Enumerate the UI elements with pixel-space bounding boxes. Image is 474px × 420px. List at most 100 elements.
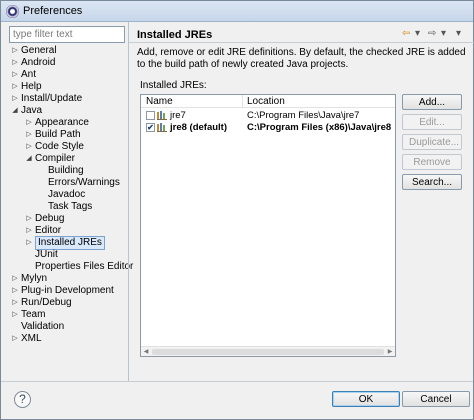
scroll-thumb[interactable] bbox=[152, 349, 384, 355]
tree-item-label: Build Path bbox=[35, 129, 81, 140]
tree-item[interactable]: ▷ Ant bbox=[5, 69, 128, 81]
tree-item-label: Team bbox=[21, 309, 46, 320]
preferences-window: Preferences ▷General▷Android▷Ant▷Help▷In… bbox=[0, 0, 474, 420]
help-icon[interactable]: ? bbox=[14, 391, 31, 408]
remove-button[interactable]: Remove bbox=[402, 154, 462, 170]
jre-location: C:\Program Files\Java\jre7 bbox=[247, 110, 360, 121]
expanded-twisty-icon[interactable]: ◢ bbox=[25, 155, 33, 163]
tree-item[interactable]: ▷ Team bbox=[5, 309, 128, 321]
jre-table: Name Location jre7 C:\Program Files\Java\… bbox=[140, 94, 396, 357]
table-row[interactable]: ✔ jre8 (default) C:\Program Files (x86)\Ja… bbox=[141, 122, 395, 134]
collapsed-twisty-icon[interactable]: ▷ bbox=[11, 71, 19, 79]
tree-item-label: Code Style bbox=[35, 141, 84, 152]
tree-item-label: Errors/Warnings bbox=[48, 177, 120, 188]
collapsed-twisty-icon[interactable]: ▷ bbox=[11, 47, 19, 55]
tree-item-label: Validation bbox=[21, 321, 65, 332]
table-row[interactable]: jre7 C:\Program Files\Java\jre7 bbox=[141, 110, 395, 122]
column-location[interactable]: Location bbox=[247, 96, 285, 107]
tree-item-label: Appearance bbox=[35, 117, 89, 128]
tree-item[interactable]: ◢ Compiler bbox=[5, 153, 128, 165]
tree-item[interactable]: Javadoc bbox=[5, 189, 128, 201]
eclipse-icon bbox=[6, 5, 19, 18]
tree-item[interactable]: ▷ XML bbox=[5, 333, 128, 345]
tree-item[interactable]: ▷ Plug-in Development bbox=[5, 285, 128, 297]
add-button[interactable]: Add... bbox=[402, 94, 462, 110]
collapsed-twisty-icon[interactable]: ▷ bbox=[11, 311, 19, 319]
table-header: Name Location bbox=[141, 95, 395, 108]
tree-item[interactable]: ◢ Java bbox=[5, 105, 128, 117]
tree-item[interactable]: ▷ Run/Debug bbox=[5, 297, 128, 309]
header-divider bbox=[129, 42, 474, 43]
search-button[interactable]: Search... bbox=[402, 174, 462, 190]
column-divider[interactable] bbox=[242, 95, 243, 108]
collapsed-twisty-icon[interactable]: ▷ bbox=[25, 119, 33, 127]
collapsed-twisty-icon[interactable]: ▷ bbox=[11, 335, 19, 343]
tree-item[interactable]: Validation bbox=[5, 321, 128, 333]
tree-item-label: Ant bbox=[21, 69, 37, 80]
tree-item[interactable]: ▷ Installed JREs bbox=[5, 236, 128, 250]
tree-item-label: Java bbox=[21, 105, 43, 116]
tree-item[interactable]: ▷ Android bbox=[5, 57, 128, 69]
collapsed-twisty-icon[interactable]: ▷ bbox=[25, 131, 33, 139]
collapsed-twisty-icon[interactable]: ▷ bbox=[25, 227, 33, 235]
forward-dropdown-icon[interactable]: ▾ bbox=[441, 27, 446, 41]
collapsed-twisty-icon[interactable]: ▷ bbox=[11, 299, 19, 307]
collapsed-twisty-icon[interactable]: ▷ bbox=[11, 59, 19, 67]
jre-checkbox[interactable]: ✔ bbox=[146, 123, 155, 132]
tree-item[interactable]: ▷ Appearance bbox=[5, 117, 128, 129]
back-icon[interactable]: ⇦ bbox=[402, 27, 410, 41]
back-dropdown-icon[interactable]: ▾ bbox=[415, 27, 420, 41]
tree-item[interactable]: Properties Files Editor bbox=[5, 261, 133, 273]
title-bar: Preferences bbox=[1, 1, 473, 22]
tree-item-label: Javadoc bbox=[48, 189, 86, 200]
jre-checkbox[interactable] bbox=[146, 111, 155, 120]
tree-item[interactable]: Errors/Warnings bbox=[5, 177, 128, 189]
tree-item[interactable]: ▷ Code Style bbox=[5, 141, 128, 153]
tree-item-label: JUnit bbox=[35, 249, 58, 260]
tree-item[interactable]: ▷ Install/Update bbox=[5, 93, 128, 105]
collapsed-twisty-icon[interactable]: ▷ bbox=[11, 287, 19, 295]
jre-location: C:\Program Files (x86)\Java\jre8 bbox=[247, 122, 392, 133]
page-description: Add, remove or edit JRE definitions. By … bbox=[137, 47, 466, 70]
filter-input[interactable] bbox=[9, 26, 125, 43]
edit-button[interactable]: Edit... bbox=[402, 114, 462, 130]
expanded-twisty-icon[interactable]: ◢ bbox=[11, 107, 19, 115]
jre-name: jre8 (default) bbox=[170, 122, 228, 133]
tree-item-label: Building bbox=[48, 165, 84, 176]
tree-item-label: Plug-in Development bbox=[21, 285, 114, 296]
tree-item[interactable]: ▷ Build Path bbox=[5, 129, 128, 141]
ok-button[interactable]: OK bbox=[332, 391, 400, 407]
jre-library-icon bbox=[157, 123, 167, 132]
tree-item-label: Debug bbox=[35, 213, 65, 224]
collapsed-twisty-icon[interactable]: ▷ bbox=[25, 143, 33, 151]
horizontal-scrollbar[interactable]: ◀ ▶ bbox=[141, 346, 395, 356]
collapsed-twisty-icon[interactable]: ▷ bbox=[25, 239, 33, 247]
collapsed-twisty-icon[interactable]: ▷ bbox=[11, 95, 19, 103]
tree-item-label: Mylyn bbox=[21, 273, 48, 284]
tree-item-label: XML bbox=[21, 333, 42, 344]
scroll-left-icon[interactable]: ◀ bbox=[141, 347, 151, 357]
forward-icon[interactable]: ⇨ bbox=[428, 27, 436, 41]
jre-library-icon bbox=[157, 111, 167, 120]
history-toolbar: ⇦ ▾ ⇨ ▾ ▾ bbox=[402, 27, 470, 41]
scroll-right-icon[interactable]: ▶ bbox=[385, 347, 395, 357]
tree-item-label: Properties Files Editor bbox=[35, 261, 134, 272]
tree-item[interactable]: Task Tags bbox=[5, 201, 128, 213]
tree-item-label: Installed JREs bbox=[35, 236, 105, 250]
cancel-button[interactable]: Cancel bbox=[402, 391, 470, 407]
collapsed-twisty-icon[interactable]: ▷ bbox=[11, 83, 19, 91]
collapsed-twisty-icon[interactable]: ▷ bbox=[25, 215, 33, 223]
pane-divider[interactable] bbox=[128, 22, 129, 381]
view-menu-icon[interactable]: ▾ bbox=[456, 27, 461, 41]
collapsed-twisty-icon[interactable]: ▷ bbox=[11, 275, 19, 283]
tree-item[interactable]: ▷ Mylyn bbox=[5, 273, 128, 285]
tree-item[interactable]: ▷ Help bbox=[5, 81, 128, 93]
tree-item[interactable]: Building bbox=[5, 165, 128, 177]
tree-item[interactable]: JUnit bbox=[5, 249, 128, 261]
column-name[interactable]: Name bbox=[146, 96, 173, 107]
tree-item[interactable]: ▷ General bbox=[5, 45, 128, 57]
preferences-nav-pane: ▷General▷Android▷Ant▷Help▷Install/Update… bbox=[5, 23, 133, 381]
duplicate-button[interactable]: Duplicate... bbox=[402, 134, 462, 150]
page-title: Installed JREs bbox=[137, 29, 213, 41]
tree-item[interactable]: ▷ Debug bbox=[5, 213, 128, 225]
